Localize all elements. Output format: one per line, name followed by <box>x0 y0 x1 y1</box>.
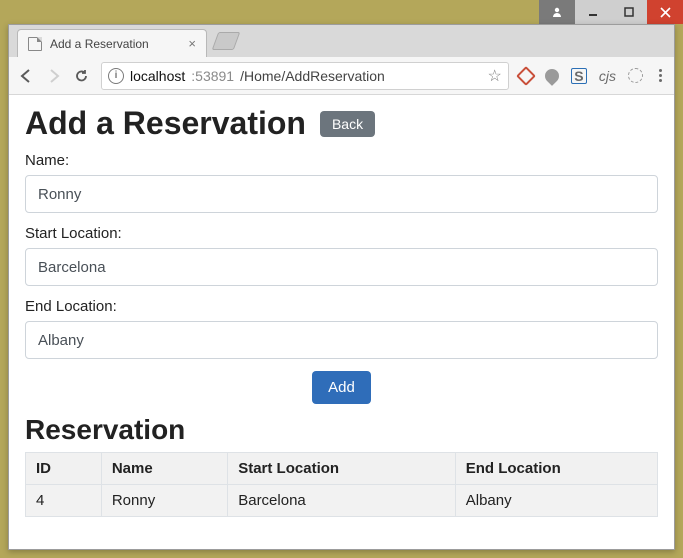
col-start: Start Location <box>228 453 456 485</box>
url-path: /Home/AddReservation <box>240 68 385 84</box>
nav-back-button[interactable] <box>17 67 35 85</box>
user-icon[interactable] <box>539 0 575 24</box>
result-heading: Reservation <box>25 414 658 446</box>
end-location-input[interactable] <box>25 321 658 359</box>
extension-icon[interactable]: cjs <box>599 68 616 84</box>
cell-id: 4 <box>26 485 102 517</box>
extension-icon[interactable] <box>516 66 536 86</box>
back-button[interactable]: Back <box>320 111 375 137</box>
url-field[interactable]: i localhost :53891/Home/AddReservation ☆ <box>101 62 509 90</box>
start-location-input[interactable] <box>25 248 658 286</box>
col-name: Name <box>101 453 227 485</box>
nav-reload-button[interactable] <box>73 67 91 85</box>
name-input[interactable] <box>25 175 658 213</box>
col-end: End Location <box>455 453 657 485</box>
tab-title: Add a Reservation <box>50 37 149 51</box>
browser-tab[interactable]: Add a Reservation × <box>17 29 207 57</box>
window-maximize-button[interactable] <box>611 0 647 24</box>
nav-forward-button[interactable] <box>45 67 63 85</box>
extension-icon[interactable]: S <box>571 68 587 84</box>
site-info-icon[interactable]: i <box>108 68 124 84</box>
page-icon <box>28 37 42 51</box>
os-titlebar <box>0 0 683 24</box>
close-tab-icon[interactable]: × <box>188 36 196 51</box>
reservation-table: ID Name Start Location End Location 4 Ro… <box>25 452 658 517</box>
name-label: Name: <box>25 152 658 169</box>
url-host: localhost <box>130 68 185 84</box>
new-tab-button[interactable] <box>212 32 241 50</box>
add-button[interactable]: Add <box>312 371 371 404</box>
url-port: :53891 <box>191 68 234 84</box>
cell-start: Barcelona <box>228 485 456 517</box>
col-id: ID <box>26 453 102 485</box>
start-location-label: Start Location: <box>25 225 658 242</box>
extension-icon[interactable] <box>542 66 562 86</box>
page-title: Add a Reservation <box>25 105 306 142</box>
cell-name: Ronny <box>101 485 227 517</box>
extension-icons: S cjs <box>519 68 666 84</box>
browser-window: Add a Reservation × i localhost :53891/Ho… <box>8 24 675 550</box>
table-header-row: ID Name Start Location End Location <box>26 453 658 485</box>
cell-end: Albany <box>455 485 657 517</box>
end-location-label: End Location: <box>25 298 658 315</box>
browser-menu-button[interactable] <box>655 69 666 82</box>
table-row: 4 Ronny Barcelona Albany <box>26 485 658 517</box>
page-content: Add a Reservation Back Name: Start Locat… <box>9 95 674 549</box>
window-minimize-button[interactable] <box>575 0 611 24</box>
bookmark-star-icon[interactable]: ☆ <box>488 66 502 86</box>
extension-icon[interactable] <box>628 68 643 83</box>
address-bar: i localhost:53891/Home/AddReservation ☆ … <box>9 57 674 95</box>
tab-strip: Add a Reservation × <box>9 25 674 57</box>
window-close-button[interactable] <box>647 0 683 24</box>
